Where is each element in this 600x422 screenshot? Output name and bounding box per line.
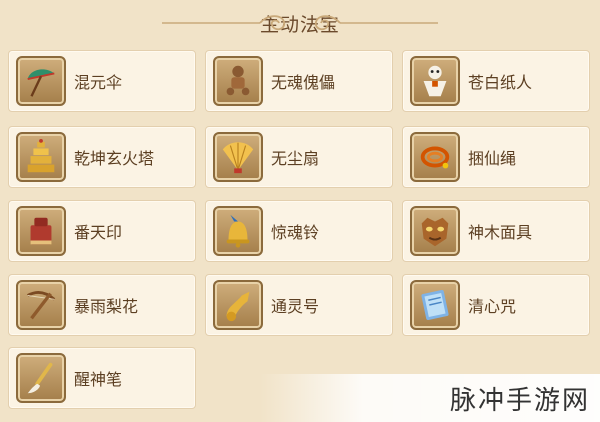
treasure-card-horn[interactable]: 通灵号 <box>205 274 393 336</box>
treasure-name: 醒神笔 <box>74 370 123 389</box>
paper-doll-icon <box>410 56 460 106</box>
treasure-card-rope[interactable]: 捆仙绳 <box>402 126 590 188</box>
treasure-card-crossbow[interactable]: 暴雨梨花 <box>8 274 196 336</box>
treasure-card-paper-doll[interactable]: 苍白纸人 <box>402 50 590 112</box>
treasure-card-brush[interactable]: 醒神笔 <box>8 347 196 409</box>
treasure-grid: 混元伞 无魂傀儡 苍白纸人 乾坤玄火塔 无尘扇 捆仙绳 番天印 惊魂铃 神木面具… <box>0 0 600 422</box>
treasure-name: 通灵号 <box>271 297 320 316</box>
treasure-panel: 主动法宝 混元伞 无魂傀儡 苍白纸人 乾坤玄火塔 无尘扇 捆仙绳 番天印 惊魂铃… <box>0 0 600 422</box>
treasure-name: 混元伞 <box>74 73 123 92</box>
seal-icon <box>16 206 66 256</box>
treasure-card-bell[interactable]: 惊魂铃 <box>205 200 393 262</box>
rope-icon <box>410 132 460 182</box>
watermark-text: 脉冲手游网 <box>449 385 590 416</box>
treasure-card-mask[interactable]: 神木面具 <box>402 200 590 262</box>
watermark: 脉冲手游网 <box>260 374 600 422</box>
treasure-name: 乾坤玄火塔 <box>74 149 155 168</box>
treasure-card-pagoda[interactable]: 乾坤玄火塔 <box>8 126 196 188</box>
treasure-name: 清心咒 <box>468 297 517 316</box>
treasure-card-puppet[interactable]: 无魂傀儡 <box>205 50 393 112</box>
treasure-name: 神木面具 <box>468 223 533 242</box>
crossbow-icon <box>16 280 66 330</box>
puppet-icon <box>213 56 263 106</box>
scroll-icon <box>410 280 460 330</box>
treasure-name: 捆仙绳 <box>468 149 517 168</box>
umbrella-icon <box>16 56 66 106</box>
treasure-name: 无尘扇 <box>271 149 320 168</box>
treasure-name: 番天印 <box>74 223 123 242</box>
pagoda-icon <box>16 132 66 182</box>
treasure-name: 无魂傀儡 <box>271 73 336 92</box>
treasure-card-fan[interactable]: 无尘扇 <box>205 126 393 188</box>
treasure-name: 苍白纸人 <box>468 73 533 92</box>
horn-icon <box>213 280 263 330</box>
treasure-name: 暴雨梨花 <box>74 297 139 316</box>
fan-icon <box>213 132 263 182</box>
bell-icon <box>213 206 263 256</box>
treasure-card-umbrella[interactable]: 混元伞 <box>8 50 196 112</box>
treasure-name: 惊魂铃 <box>271 223 320 242</box>
treasure-card-scroll[interactable]: 清心咒 <box>402 274 590 336</box>
treasure-card-seal[interactable]: 番天印 <box>8 200 196 262</box>
brush-icon <box>16 353 66 403</box>
mask-icon <box>410 206 460 256</box>
